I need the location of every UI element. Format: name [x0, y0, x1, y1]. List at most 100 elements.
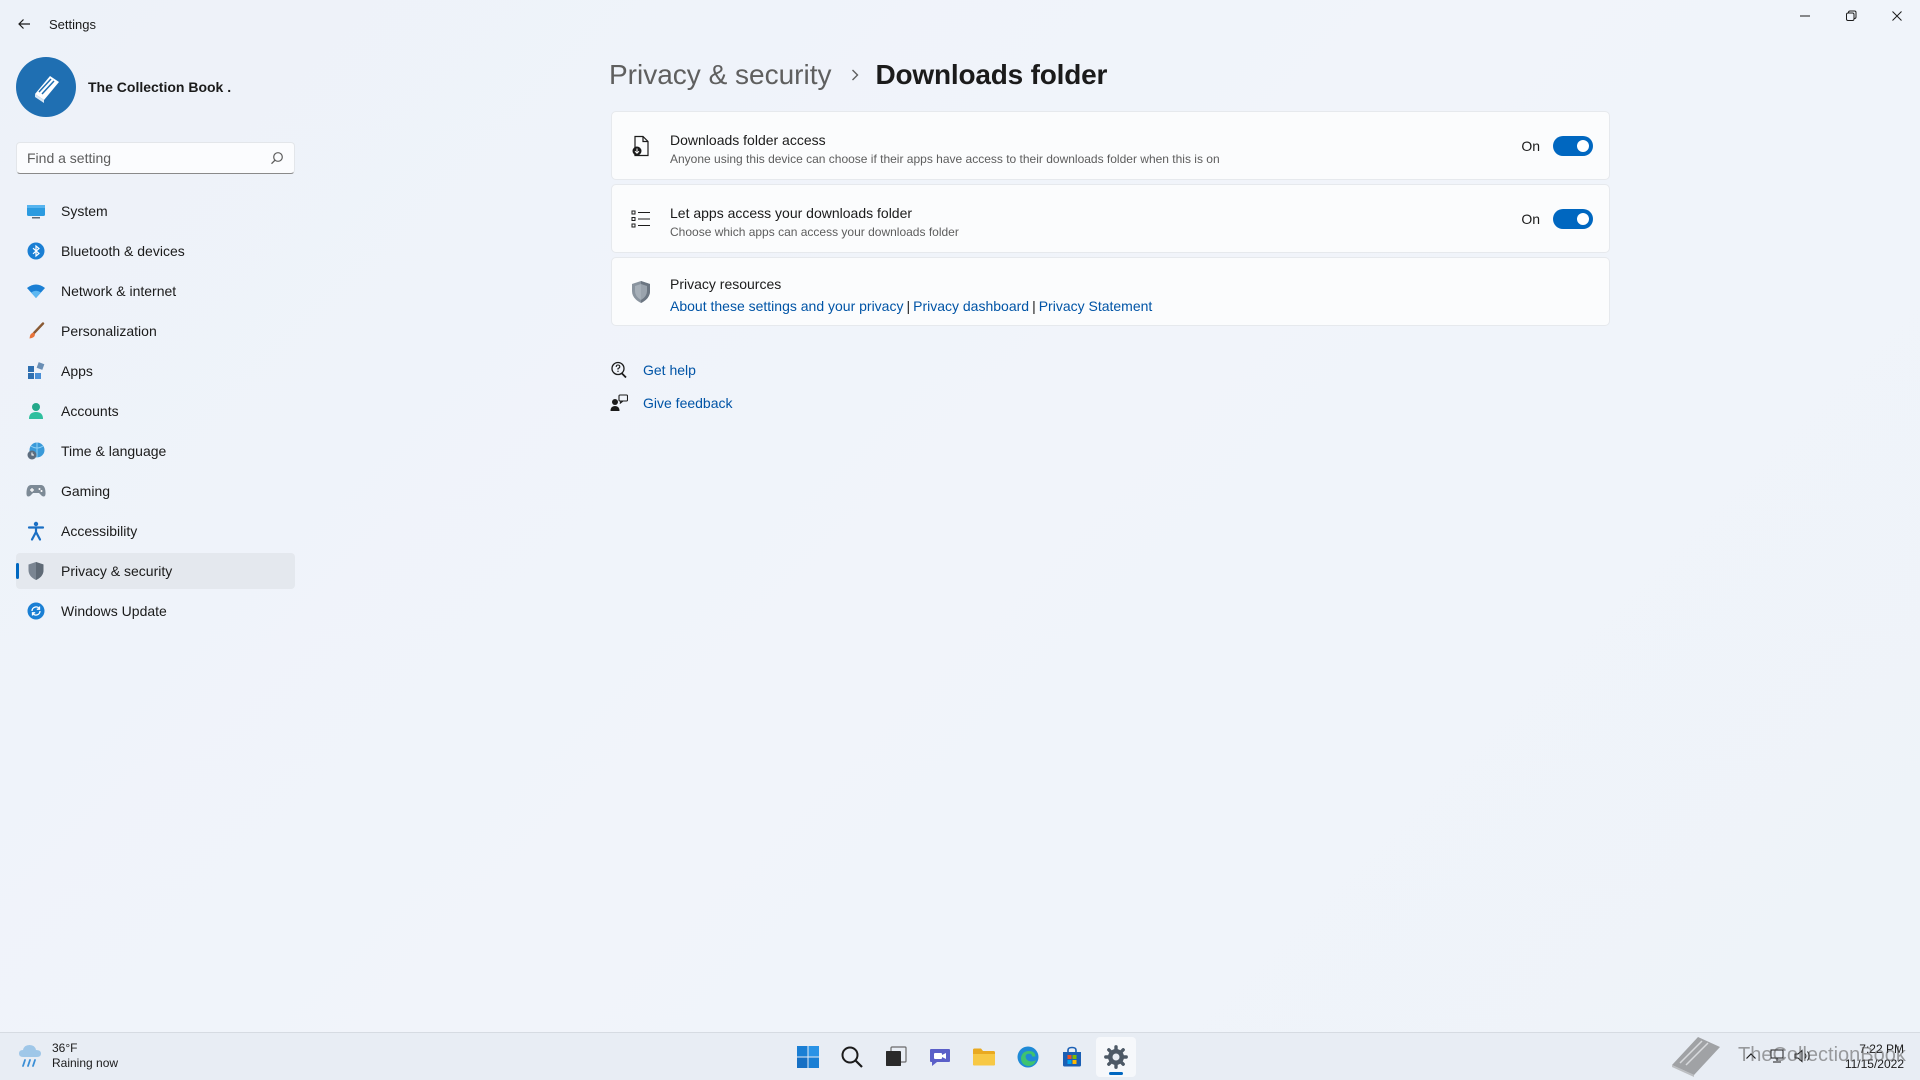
apps-access-toggle-group: On: [1521, 209, 1593, 229]
close-icon: [1892, 11, 1902, 21]
sidebar-item-label: Gaming: [61, 483, 111, 499]
search-input[interactable]: [27, 150, 270, 166]
windows-logo-icon: [797, 1046, 819, 1068]
gamepad-icon: [26, 481, 46, 501]
list-icon: [629, 207, 653, 231]
file-explorer-button[interactable]: [964, 1037, 1004, 1077]
privacy-dashboard-link[interactable]: Privacy dashboard: [913, 298, 1029, 314]
sidebar-item-privacy-security[interactable]: Privacy & security: [16, 553, 295, 589]
sidebar-item-apps[interactable]: Apps: [16, 353, 295, 389]
get-help-row[interactable]: Get help: [609, 360, 696, 380]
page-title: Downloads folder: [875, 59, 1108, 90]
search-taskbar-button[interactable]: [832, 1037, 872, 1077]
apps-access-toggle[interactable]: [1553, 209, 1593, 229]
restore-button[interactable]: [1828, 0, 1874, 32]
accessibility-icon: [26, 521, 46, 541]
minimize-button[interactable]: [1782, 0, 1828, 32]
apps-icon: [26, 361, 46, 381]
brush-icon: [26, 321, 46, 341]
sidebar-item-time-language[interactable]: Time & language: [16, 433, 295, 469]
sidebar-item-label: Apps: [61, 363, 93, 379]
privacy-links: About these settings and your privacy | Pr…: [670, 298, 1152, 314]
wifi-icon: [26, 281, 46, 301]
privacy-resources-card: Privacy resources About these settings a…: [611, 257, 1610, 326]
toggle-state-label: On: [1521, 211, 1540, 227]
about-settings-privacy-link[interactable]: About these settings and your privacy: [670, 298, 903, 314]
sidebar-item-label: Accessibility: [61, 523, 138, 539]
search-icon: [841, 1046, 863, 1068]
search-box[interactable]: [16, 142, 295, 174]
get-help-icon: [609, 360, 629, 380]
weather-temperature: 36°F: [52, 1041, 78, 1055]
sidebar-item-gaming[interactable]: Gaming: [16, 473, 295, 509]
profile-name: The Collection Book .: [88, 79, 232, 95]
apps-access-text: Let apps access your downloads folder Ch…: [670, 205, 959, 239]
gear-icon: [1104, 1045, 1128, 1069]
settings-window: Settings The Collection Book . Find a se…: [0, 0, 1920, 1032]
restore-icon: [1846, 10, 1857, 21]
back-arrow-icon: [18, 19, 30, 29]
sidebar-item-accessibility[interactable]: Accessibility: [16, 513, 295, 549]
edge-button[interactable]: [1008, 1037, 1048, 1077]
chat-button[interactable]: [920, 1037, 960, 1077]
taskbar-apps: [788, 1037, 1140, 1077]
sidebar-item-label: Bluetooth & devices: [61, 243, 185, 259]
globe-clock-icon: [26, 441, 46, 461]
taskbar: 36°F Raining now 7:22 PM 11/15/2022: [0, 1032, 1920, 1080]
privacy-resources-text: Privacy resources About these settings a…: [670, 276, 1152, 314]
sidebar-item-system[interactable]: System: [16, 193, 295, 229]
edge-browser-icon: [1017, 1046, 1039, 1068]
back-button[interactable]: [10, 10, 38, 38]
downloads-folder-icon: [629, 134, 653, 158]
search-icon[interactable]: [270, 151, 284, 165]
sidebar-item-network[interactable]: Network & internet: [16, 273, 295, 309]
task-view-icon: [886, 1046, 907, 1066]
give-feedback-row[interactable]: Give feedback: [609, 393, 733, 413]
setting-title: Let apps access your downloads folder: [670, 205, 913, 221]
setting-description: Choose which apps can access your downlo…: [670, 225, 959, 239]
downloads-folder-access-card: Downloads folder access Anyone using thi…: [611, 111, 1610, 180]
close-button[interactable]: [1874, 0, 1920, 32]
watermark: TheCollectionBook: [1668, 1030, 1906, 1080]
sidebar-nav: System Bluetooth & devices Network & int…: [16, 193, 295, 633]
sidebar-item-label: System: [61, 203, 108, 219]
start-button[interactable]: [788, 1037, 828, 1077]
microsoft-store-button[interactable]: [1052, 1037, 1092, 1077]
app-title: Settings: [49, 17, 96, 32]
downloads-folder-access-toggle[interactable]: [1553, 136, 1593, 156]
weather-widget[interactable]: 36°F Raining now: [16, 1041, 118, 1071]
rain-cloud-icon: [19, 1045, 41, 1067]
folder-icon: [973, 1048, 995, 1066]
setting-title: Privacy resources: [670, 276, 782, 292]
book-icon: [35, 76, 59, 103]
user-profile[interactable]: The Collection Book .: [16, 56, 231, 118]
sidebar-item-personalization[interactable]: Personalization: [16, 313, 295, 349]
privacy-statement-link[interactable]: Privacy Statement: [1039, 298, 1153, 314]
sidebar-item-label: Network & internet: [61, 283, 177, 299]
breadcrumb-parent[interactable]: Privacy & security: [609, 59, 832, 91]
sidebar-item-accounts[interactable]: Accounts: [16, 393, 295, 429]
breadcrumb: Privacy & security Downloads folder: [609, 55, 1107, 95]
monitor-icon: [26, 201, 46, 221]
setting-description: Anyone using this device can choose if t…: [670, 152, 1220, 166]
give-feedback-link[interactable]: Give feedback: [643, 395, 733, 411]
store-bag-icon: [1063, 1046, 1081, 1067]
shield-icon: [629, 280, 653, 304]
weather-description: Raining now: [52, 1056, 119, 1070]
bluetooth-icon: [26, 241, 46, 261]
avatar: [16, 57, 76, 117]
link-separator: |: [906, 298, 911, 314]
title-bar: Settings: [0, 0, 1920, 48]
sidebar-item-bluetooth[interactable]: Bluetooth & devices: [16, 233, 295, 269]
get-help-link[interactable]: Get help: [643, 362, 696, 378]
sidebar-item-windows-update[interactable]: Windows Update: [16, 593, 295, 629]
apps-access-card: Let apps access your downloads folder Ch…: [611, 184, 1610, 253]
sidebar-item-label: Privacy & security: [61, 563, 173, 579]
settings-taskbar-button[interactable]: [1096, 1037, 1136, 1077]
chat-icon: [930, 1049, 950, 1066]
task-view-button[interactable]: [876, 1037, 916, 1077]
chevron-right-icon: [850, 68, 860, 82]
weather-text: 36°F Raining now: [52, 1041, 118, 1071]
sidebar-item-label: Windows Update: [61, 603, 167, 619]
sidebar-item-label: Time & language: [61, 443, 167, 459]
